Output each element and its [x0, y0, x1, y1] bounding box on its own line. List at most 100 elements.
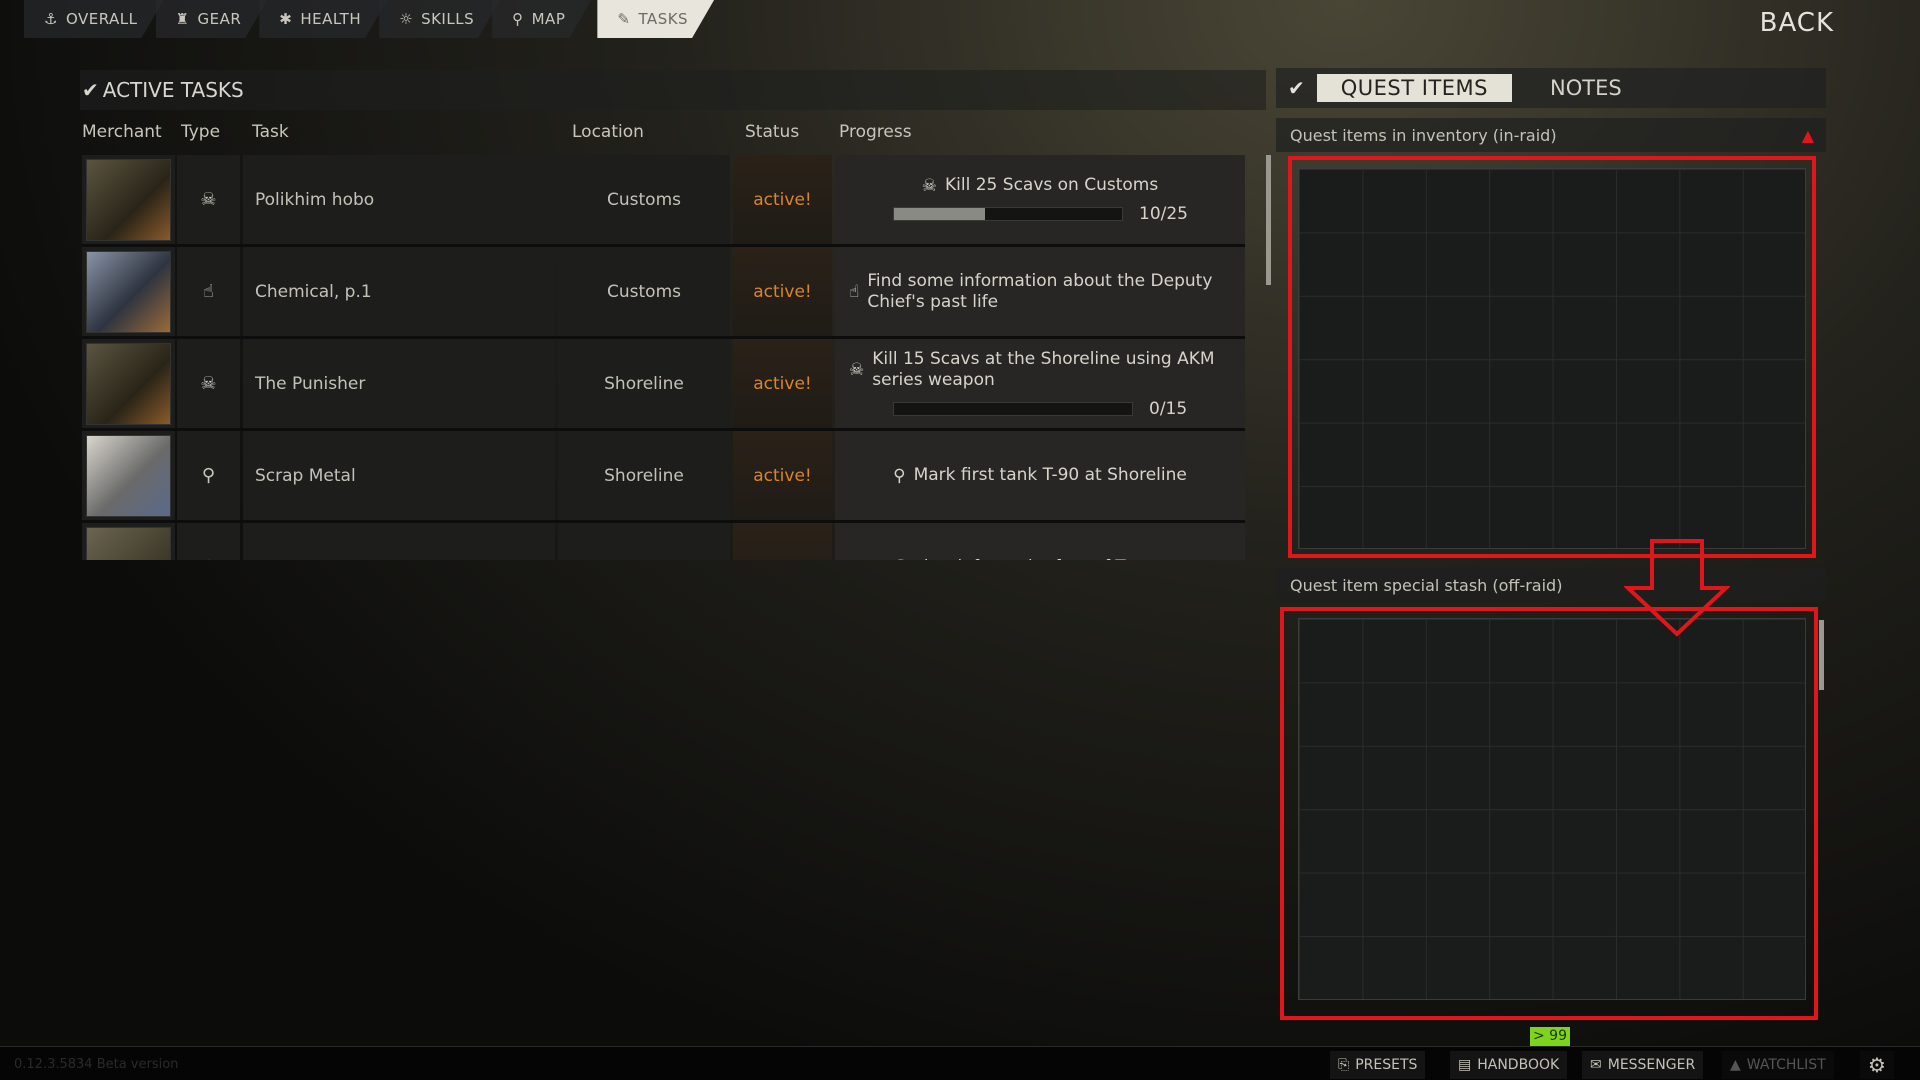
inventory-grid[interactable]: [1298, 168, 1806, 549]
bottom-bar: ⎘ PRESETS ▤ HANDBOOK ✉ MESSENGER ▲ WATCHLIST…: [0, 1046, 1920, 1080]
hand-pointer-icon: ☝: [203, 281, 214, 302]
tasks-table: ☠ Polikhim hobo Customs active! ☠ Kill 25…: [82, 155, 1245, 560]
count-badge: > 99: [1530, 1027, 1570, 1046]
active-tasks-header: ✔ ACTIVE TASKS: [80, 70, 1266, 110]
col-merchant[interactable]: Merchant: [82, 122, 162, 142]
task-row[interactable]: ☠ Polikhim hobo Customs active! ☠ Kill 25…: [82, 155, 1245, 247]
tab-skills[interactable]: ☼ SKILLS: [379, 0, 500, 38]
col-task[interactable]: Task: [252, 122, 289, 142]
check-icon: ✔: [1288, 76, 1305, 100]
tab-map[interactable]: ⚲ MAP: [492, 0, 591, 38]
objective-text: Find some information about the Deputy C…: [867, 270, 1213, 312]
merchant-avatar: [86, 526, 171, 560]
right-panel-tabs: ✔ QUEST ITEMS NOTES: [1276, 68, 1826, 108]
task-progress: ☠ Kill 15 Scavs at the Shoreline using AK…: [835, 339, 1245, 428]
task-location: [558, 523, 730, 560]
presets-button[interactable]: ⎘ PRESETS: [1330, 1051, 1426, 1079]
task-status: active!: [733, 247, 832, 336]
down-arrow-icon: [1624, 539, 1730, 637]
task-location: Shoreline: [558, 431, 730, 520]
task-location: Customs: [558, 247, 730, 336]
handbook-icon: ▤: [1458, 1057, 1472, 1073]
map-pin-icon: ⚲: [512, 10, 524, 28]
check-icon: ✔: [82, 78, 99, 102]
merchant-avatar: [86, 434, 171, 517]
task-row[interactable]: ⚲ ⚲ Gather info on the fate of Terragroup: [82, 523, 1245, 560]
tab-gear[interactable]: ♜ GEAR: [156, 0, 268, 38]
gear-equipment-icon: ♜: [175, 10, 190, 28]
col-progress[interactable]: Progress: [839, 122, 912, 142]
location-pin-icon: ⚲: [893, 465, 906, 486]
task-progress: ☠ Kill 25 Scavs on Customs 10/25: [835, 155, 1245, 244]
task-row[interactable]: ☠ The Punisher Shoreline active! ☠ Kill 1…: [82, 339, 1245, 431]
task-progress: ⚲ Mark first tank T-90 at Shoreline: [835, 431, 1245, 520]
top-nav: ⚓ OVERALL ♜ GEAR ✱ HEALTH ☼ SKILLS ⚲ MAP ✎ TAS…: [24, 0, 706, 38]
objective-text: Kill 15 Scavs at the Shoreline using AKM…: [872, 348, 1215, 390]
stash-scrollbar[interactable]: [1819, 620, 1824, 690]
active-tasks-title: ACTIVE TASKS: [102, 78, 244, 102]
merchant-cell: [82, 339, 175, 428]
tasks-scrollbar[interactable]: [1266, 155, 1271, 285]
task-progress: ☝ Find some information about the Deputy …: [835, 247, 1245, 336]
tab-notes[interactable]: NOTES: [1550, 76, 1622, 100]
task-location: Shoreline: [558, 339, 730, 428]
tasks-icon: ✎: [617, 10, 631, 28]
warning-icon: ▲: [1801, 125, 1814, 145]
location-pin-icon: ⚲: [201, 465, 216, 486]
merchant-cell: [82, 155, 175, 244]
location-pin-icon: ⚲: [202, 557, 215, 560]
task-name: Chemical, p.1: [243, 247, 555, 336]
overall-icon: ⚓: [44, 10, 58, 28]
location-pin-icon: ⚲: [873, 558, 885, 561]
version-text: 0.12.3.5834 Beta version: [14, 1057, 179, 1072]
task-name: The Punisher: [243, 339, 555, 428]
type-cell: ☝: [177, 247, 240, 336]
merchant-avatar: [86, 158, 171, 241]
task-name: [243, 523, 555, 560]
health-icon: ✱: [279, 10, 293, 28]
task-row[interactable]: ☝ Chemical, p.1 Customs active! ☝ Find so…: [82, 247, 1245, 339]
progress-count: 10/25: [1139, 204, 1188, 224]
merchant-cell: [82, 431, 175, 520]
column-headers: Merchant Type Task Location Status Progr…: [0, 122, 1000, 146]
type-cell: ☠: [177, 339, 240, 428]
objective-text: Gather info on the fate of Terragroup: [894, 557, 1207, 560]
settings-button[interactable]: ⚙: [1860, 1051, 1894, 1079]
back-button[interactable]: BACK: [1760, 8, 1834, 38]
type-cell: ☠: [177, 155, 240, 244]
task-status: active!: [733, 431, 832, 520]
progress-bar: [893, 401, 1133, 416]
merchant-cell: [82, 523, 175, 560]
skills-icon: ☼: [399, 10, 414, 28]
skull-icon: ☠: [921, 175, 938, 196]
messenger-icon: ✉: [1590, 1057, 1602, 1073]
col-type[interactable]: Type: [181, 122, 220, 142]
task-status: active!: [733, 155, 832, 244]
handbook-button[interactable]: ▤ HANDBOOK: [1450, 1051, 1568, 1079]
tab-tasks[interactable]: ✎ TASKS: [597, 0, 714, 38]
stash-grid[interactable]: [1298, 618, 1806, 1000]
task-name: Scrap Metal: [243, 431, 555, 520]
objective-text: Mark first tank T-90 at Shoreline: [913, 465, 1187, 485]
messenger-button[interactable]: ✉ MESSENGER: [1582, 1051, 1704, 1079]
merchant-avatar: [86, 250, 171, 333]
skull-icon: ☠: [200, 373, 217, 394]
task-row[interactable]: ⚲ Scrap Metal Shoreline active! ⚲ Mark fi…: [82, 431, 1245, 523]
tab-health[interactable]: ✱ HEALTH: [259, 0, 387, 38]
merchant-avatar: [86, 342, 171, 425]
skull-icon: ☠: [849, 359, 865, 380]
presets-icon: ⎘: [1338, 1057, 1350, 1073]
watchlist-button[interactable]: ▲ WATCHLIST: [1722, 1051, 1834, 1079]
col-status[interactable]: Status: [745, 122, 799, 142]
progress-count: 0/15: [1149, 398, 1188, 419]
tab-overall[interactable]: ⚓ OVERALL: [24, 0, 164, 38]
hand-pointer-icon: ☝: [849, 281, 860, 302]
stash-label-row: Quest item special stash (off-raid): [1276, 568, 1826, 602]
col-location[interactable]: Location: [572, 122, 644, 142]
task-name: Polikhim hobo: [243, 155, 555, 244]
type-cell: ⚲: [177, 523, 240, 560]
progress-bar: [893, 207, 1123, 221]
tab-quest-items[interactable]: QUEST ITEMS: [1316, 74, 1513, 102]
settings-gear-icon: ⚙: [1868, 1053, 1886, 1077]
objective-text: Kill 25 Scavs on Customs: [945, 175, 1159, 195]
